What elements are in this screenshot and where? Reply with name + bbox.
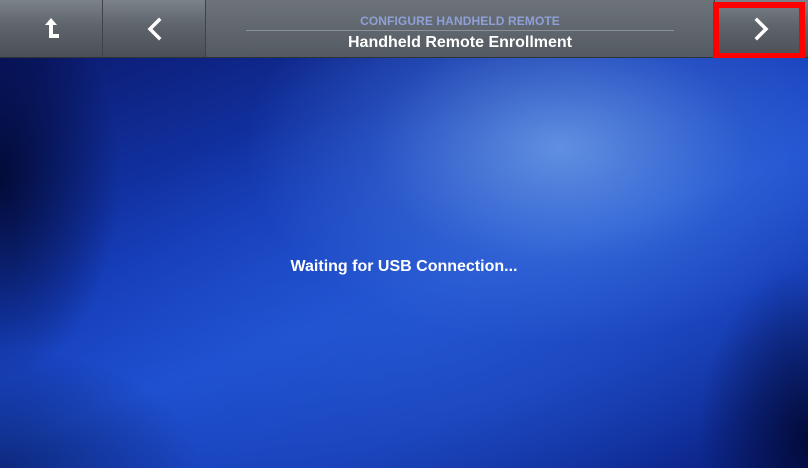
screen: CONFIGURE HANDHELD REMOTE Handheld Remot…	[0, 0, 808, 468]
main-panel: Waiting for USB Connection...	[0, 58, 808, 468]
next-button[interactable]	[714, 0, 808, 57]
back-button[interactable]	[103, 0, 206, 57]
status-message: Waiting for USB Connection...	[290, 258, 518, 275]
up-arrow-icon	[45, 17, 59, 38]
top-bar: CONFIGURE HANDHELD REMOTE Handheld Remot…	[0, 0, 808, 58]
chevron-right-icon	[754, 17, 768, 40]
chevron-left-icon	[147, 17, 162, 40]
title-divider	[246, 30, 674, 31]
page-title: Handheld Remote Enrollment	[347, 34, 573, 51]
title-area: CONFIGURE HANDHELD REMOTE Handheld Remot…	[206, 0, 714, 57]
page-subtitle: CONFIGURE HANDHELD REMOTE	[360, 14, 560, 28]
up-button[interactable]	[0, 0, 103, 57]
